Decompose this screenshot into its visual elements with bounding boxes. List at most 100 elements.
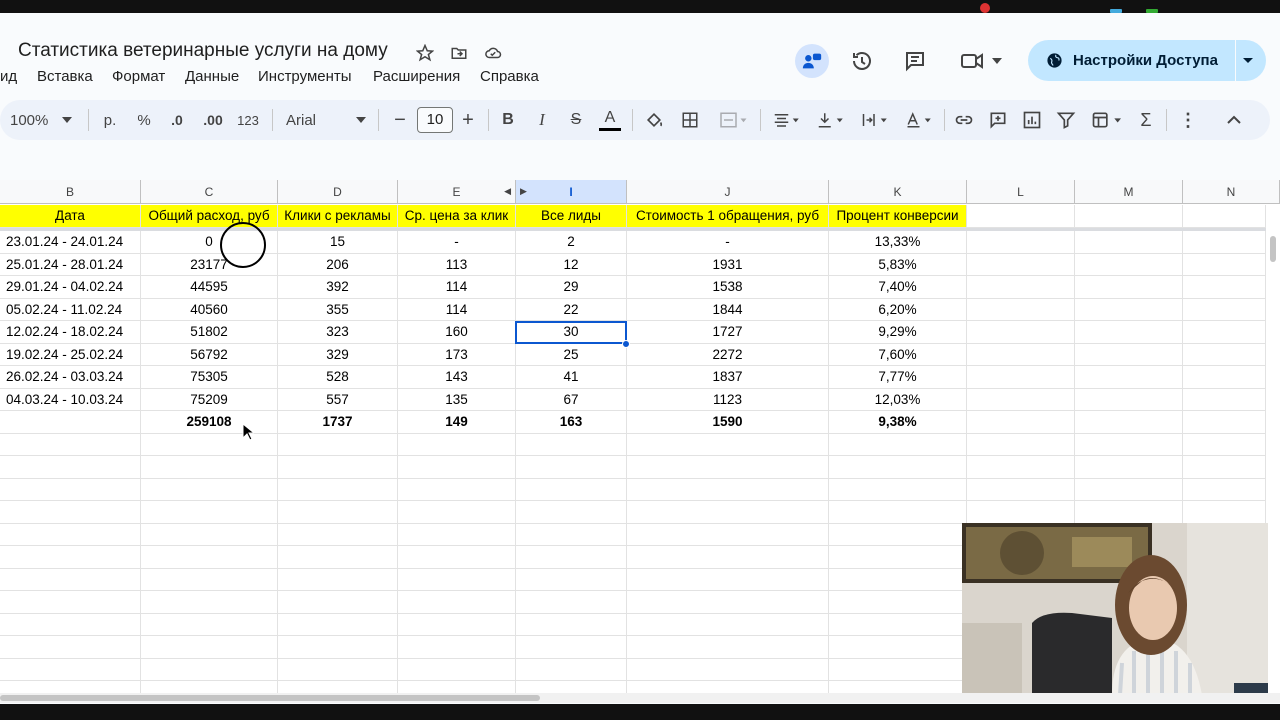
empty-cell[interactable] xyxy=(516,658,627,681)
empty-cell[interactable] xyxy=(1075,501,1183,524)
empty-cell[interactable] xyxy=(1075,298,1183,321)
empty-cell[interactable] xyxy=(1075,321,1183,344)
cell-cost-per-lead[interactable]: 1837 xyxy=(627,366,829,389)
empty-cell[interactable] xyxy=(278,523,398,546)
column-header-l[interactable]: L xyxy=(967,180,1075,204)
currency-format-button[interactable]: р. xyxy=(98,100,122,140)
empty-cell[interactable] xyxy=(967,276,1075,299)
horizontal-align-icon[interactable] xyxy=(768,100,804,140)
menu-insert[interactable]: Вставка xyxy=(37,68,93,85)
empty-cell[interactable] xyxy=(278,591,398,614)
empty-cell[interactable] xyxy=(141,658,278,681)
vertical-scrollbar[interactable] xyxy=(1266,228,1280,700)
menu-view[interactable]: ид xyxy=(0,68,17,85)
total-cell-cost-per-lead[interactable]: 1590 xyxy=(627,411,829,434)
empty-cell[interactable] xyxy=(1075,276,1183,299)
cell-avg-cpc[interactable]: 160 xyxy=(398,321,516,344)
cell-conversion[interactable]: 6,20% xyxy=(829,298,967,321)
collapse-menus-icon[interactable] xyxy=(1222,100,1246,140)
empty-cell[interactable] xyxy=(1183,501,1266,524)
move-folder-icon[interactable] xyxy=(448,42,470,64)
cell-avg-cpc[interactable]: 135 xyxy=(398,388,516,411)
empty-cell[interactable] xyxy=(627,433,829,456)
cell-date[interactable]: 23.01.24 - 24.01.24 xyxy=(0,231,141,254)
total-cell-avg-cpc[interactable]: 149 xyxy=(398,411,516,434)
empty-cell[interactable] xyxy=(967,501,1075,524)
fill-handle[interactable] xyxy=(622,340,630,348)
header-cell-leads[interactable]: Все лиды xyxy=(516,205,627,228)
total-cell-date[interactable] xyxy=(0,411,141,434)
fill-color-icon[interactable] xyxy=(642,100,666,140)
empty-cell[interactable] xyxy=(141,523,278,546)
empty-cell[interactable] xyxy=(967,456,1075,479)
cell-clicks[interactable]: 528 xyxy=(278,366,398,389)
empty-cell[interactable] xyxy=(0,568,141,591)
empty-cell[interactable] xyxy=(967,231,1075,254)
empty-cell[interactable] xyxy=(627,591,829,614)
cell-clicks[interactable]: 206 xyxy=(278,253,398,276)
cell-cost-per-lead[interactable]: 1123 xyxy=(627,388,829,411)
empty-cell[interactable] xyxy=(398,591,516,614)
cell-conversion[interactable]: 5,83% xyxy=(829,253,967,276)
empty-cell[interactable] xyxy=(829,523,967,546)
cell-cost-per-lead[interactable]: 1931 xyxy=(627,253,829,276)
cell-clicks[interactable]: 329 xyxy=(278,343,398,366)
empty-cell[interactable] xyxy=(0,456,141,479)
cell-avg-cpc[interactable]: 114 xyxy=(398,276,516,299)
empty-cell[interactable] xyxy=(0,523,141,546)
empty-cell[interactable] xyxy=(967,366,1075,389)
empty-cell[interactable] xyxy=(278,478,398,501)
empty-cell[interactable] xyxy=(278,501,398,524)
empty-cell[interactable] xyxy=(141,613,278,636)
empty-cell[interactable] xyxy=(516,568,627,591)
font-size-decrease-icon[interactable]: − xyxy=(390,100,410,140)
header-cell-avg-cpc[interactable]: Ср. цена за клик xyxy=(398,205,516,228)
empty-cell[interactable] xyxy=(0,613,141,636)
empty-cell[interactable] xyxy=(829,456,967,479)
empty-cell[interactable] xyxy=(516,501,627,524)
empty-cell[interactable] xyxy=(398,613,516,636)
font-size-input[interactable]: 10 xyxy=(417,107,453,133)
insert-chart-icon[interactable] xyxy=(1020,100,1044,140)
vertical-align-icon[interactable] xyxy=(812,100,848,140)
cell-avg-cpc[interactable]: 113 xyxy=(398,253,516,276)
cell-date[interactable]: 05.02.24 - 11.02.24 xyxy=(0,298,141,321)
text-wrap-icon[interactable] xyxy=(856,100,892,140)
column-header-i[interactable]: ▶ I xyxy=(516,180,627,204)
empty-cell[interactable] xyxy=(967,253,1075,276)
cell-clicks[interactable]: 15 xyxy=(278,231,398,254)
zoom-select[interactable]: 100% xyxy=(10,100,74,140)
empty-cell[interactable] xyxy=(627,636,829,659)
empty-cell[interactable] xyxy=(278,456,398,479)
decrease-decimal-button[interactable]: .0 xyxy=(164,100,190,140)
empty-cell[interactable] xyxy=(627,568,829,591)
hidden-columns-right-arrow-icon[interactable]: ▶ xyxy=(520,186,527,197)
total-cell-conversion[interactable]: 9,38% xyxy=(829,411,967,434)
cell-date[interactable]: 26.02.24 - 03.03.24 xyxy=(0,366,141,389)
empty-cell[interactable] xyxy=(516,478,627,501)
insert-comment-icon[interactable] xyxy=(986,100,1010,140)
header-cell-spend[interactable]: Общий расход, руб xyxy=(141,205,278,228)
cell-spend[interactable]: 44595 xyxy=(141,276,278,299)
text-rotation-icon[interactable] xyxy=(900,100,936,140)
empty-cell[interactable] xyxy=(829,658,967,681)
cell-clicks[interactable]: 392 xyxy=(278,276,398,299)
empty-cell[interactable] xyxy=(1183,411,1266,434)
empty-cell[interactable] xyxy=(829,568,967,591)
cell-date[interactable]: 19.02.24 - 25.02.24 xyxy=(0,343,141,366)
font-select[interactable]: Arial xyxy=(286,100,366,140)
empty-cell[interactable] xyxy=(278,658,398,681)
empty-cell[interactable] xyxy=(1183,478,1266,501)
cell-avg-cpc[interactable]: 114 xyxy=(398,298,516,321)
version-history-icon[interactable] xyxy=(845,44,879,78)
empty-cell[interactable] xyxy=(0,478,141,501)
more-formats-button[interactable]: 123 xyxy=(234,100,262,140)
column-header-e[interactable]: E ◀ xyxy=(398,180,516,204)
menu-data[interactable]: Данные xyxy=(185,68,239,85)
empty-cell[interactable] xyxy=(1183,205,1266,228)
cell-conversion[interactable]: 13,33% xyxy=(829,231,967,254)
empty-cell[interactable] xyxy=(627,478,829,501)
empty-cell[interactable] xyxy=(141,478,278,501)
strikethrough-button[interactable]: S xyxy=(566,100,586,140)
empty-cell[interactable] xyxy=(141,568,278,591)
